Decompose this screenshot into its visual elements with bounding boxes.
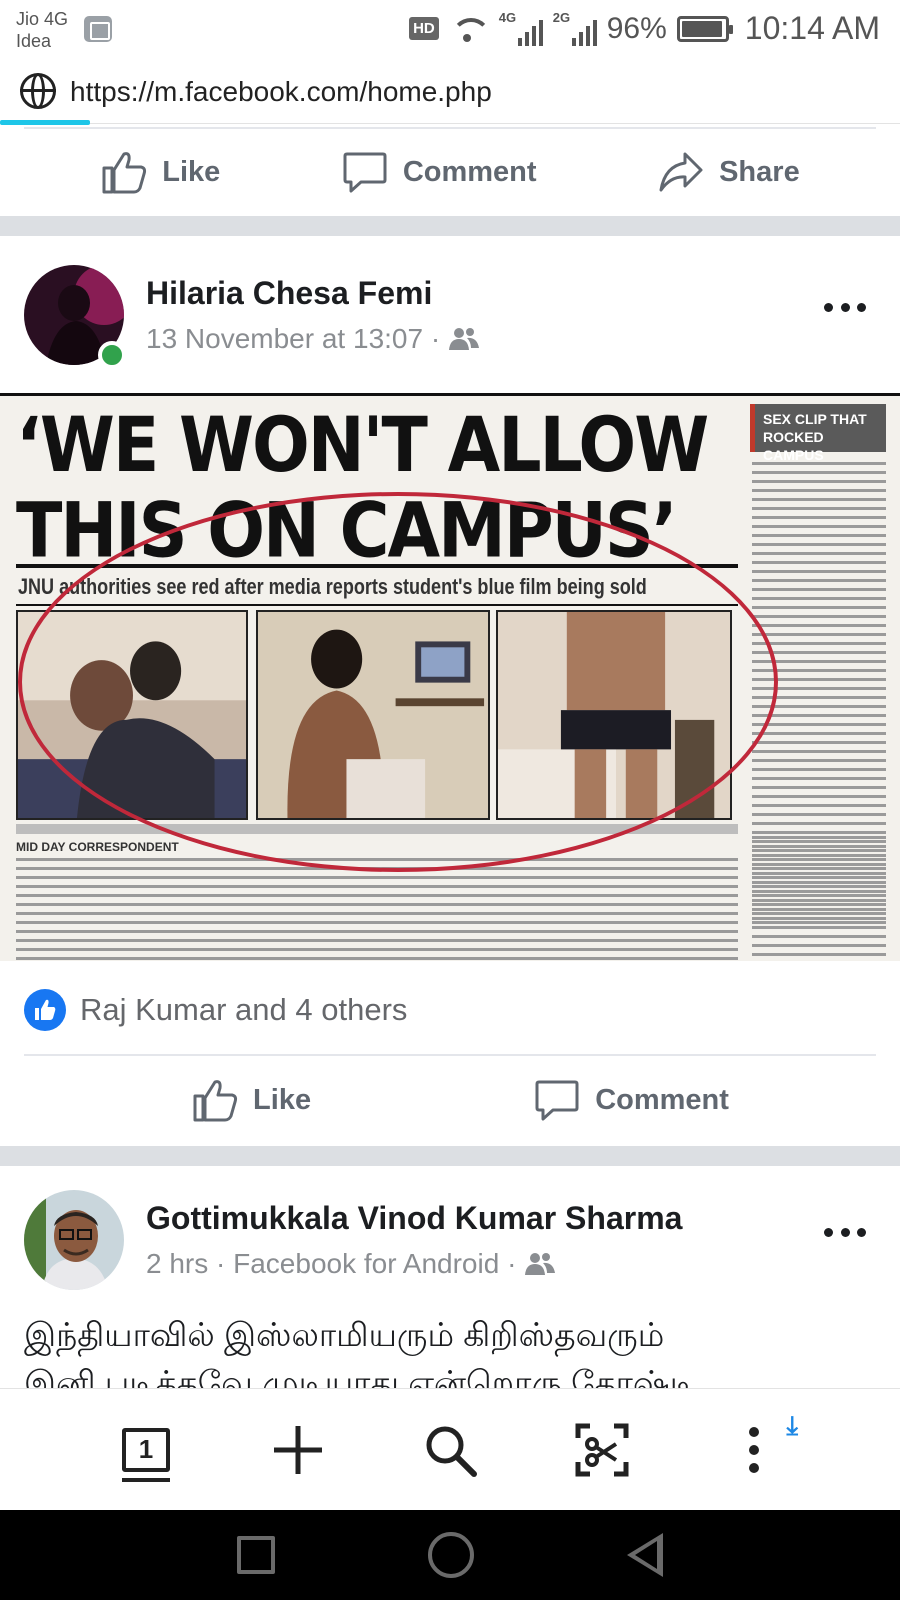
- clock: 10:14 AM: [744, 10, 880, 46]
- share-button[interactable]: Share: [657, 148, 800, 196]
- reactions-summary[interactable]: Raj Kumar and 4 others: [24, 989, 407, 1031]
- divider: [24, 1054, 876, 1056]
- post-timestamp[interactable]: 13 November at 13:07 ·: [146, 323, 440, 355]
- red-annotation-ellipse: [18, 492, 778, 872]
- post-header: Hilaria Chesa Femi 13 November at 13:07 …: [0, 265, 900, 385]
- search-icon: [426, 1426, 477, 1477]
- newspaper-byline: MID DAY CORRESPONDENT: [16, 840, 179, 854]
- share-icon: [659, 152, 703, 192]
- thumbs-up-icon: [102, 152, 147, 194]
- like-label: Like: [253, 1083, 312, 1116]
- comment-label: Comment: [402, 155, 537, 188]
- reactions-text[interactable]: Raj Kumar and 4 others: [80, 992, 407, 1028]
- share-label: Share: [719, 155, 800, 188]
- avatar[interactable]: [24, 1190, 124, 1290]
- signal-sim2-icon: 2G: [552, 9, 597, 46]
- browser-toolbar: 1 ⤓: [0, 1388, 900, 1510]
- new-tab-button[interactable]: [260, 1412, 336, 1488]
- url-bar[interactable]: https://m.facebook.com/home.php: [0, 62, 900, 125]
- post-text-line-1: இந்தியாவில் இஸ்லாமியரும் கிறிஸ்தவரும்: [24, 1316, 665, 1353]
- url-text[interactable]: https://m.facebook.com/home.php: [70, 76, 492, 108]
- post-author[interactable]: Gottimukkala Vinod Kumar Sharma: [146, 1200, 682, 1237]
- battery-icon: [676, 15, 733, 42]
- battery-percentage: 96%: [606, 11, 667, 45]
- like-reaction-icon: [24, 989, 66, 1031]
- hd-badge: HD: [409, 17, 439, 40]
- newspaper-sidebar-label: SEX CLIP THAT ROCKED CAMPUS: [750, 404, 886, 463]
- friends-icon: [525, 1253, 556, 1275]
- comment-button[interactable]: Comment: [533, 1076, 729, 1124]
- thumbs-up-icon: [193, 1080, 238, 1122]
- avatar-photo: [24, 1190, 124, 1290]
- friends-icon: [449, 328, 480, 350]
- carrier-label: Jio 4G Idea: [16, 8, 68, 52]
- page-load-progress: [0, 120, 90, 125]
- carrier-line-1: Jio 4G: [16, 9, 69, 29]
- system-nav-bar: [0, 1510, 900, 1600]
- post-separator: [0, 216, 900, 236]
- menu-button[interactable]: ⤓: [716, 1410, 798, 1488]
- comment-label: Comment: [595, 1083, 729, 1116]
- more-options-icon[interactable]: [824, 303, 866, 313]
- download-icon: ⤓: [786, 1409, 799, 1440]
- sim1-network-label: 4G: [498, 9, 517, 25]
- wifi-icon: [449, 14, 491, 44]
- carrier-line-2: Idea: [16, 31, 52, 51]
- post-text-line-2: இனி படிக்கவே முடியாது என்றொரு கோஷ்டி: [24, 1364, 697, 1388]
- post-timestamp[interactable]: 2 hrs · Facebook for Android ·: [146, 1248, 516, 1280]
- tabs-button[interactable]: 1: [108, 1412, 184, 1488]
- headline-line-1: ‘WE WON'T ALLOW: [16, 401, 709, 491]
- screenshot-button[interactable]: [564, 1412, 640, 1488]
- post-separator: [0, 1146, 900, 1166]
- comment-button[interactable]: Comment: [341, 148, 537, 196]
- status-bar: Jio 4G Idea HD 4G 2G 96% 10:14 AM: [0, 0, 900, 62]
- search-button[interactable]: [412, 1412, 488, 1488]
- like-button[interactable]: Like: [191, 1076, 311, 1124]
- newspaper-body-text: [16, 858, 738, 961]
- newspaper-body-text-right: [752, 836, 886, 961]
- new-tab-icon: [274, 1425, 322, 1474]
- post-actions: Like Comment: [0, 1058, 900, 1142]
- divider: [24, 127, 876, 129]
- sim2-network-label: 2G: [552, 9, 571, 25]
- home-button[interactable]: [427, 1532, 474, 1578]
- tabs-icon: 1: [122, 1427, 170, 1472]
- post-header: Gottimukkala Vinod Kumar Sharma 2 hrs · …: [0, 1190, 900, 1310]
- post-image[interactable]: ‘WE WON'T ALLOW THIS ON CAMPUS’ SEX CLIP…: [0, 393, 900, 961]
- online-status-indicator: [98, 341, 126, 369]
- post-meta: 13 November at 13:07 ·: [146, 323, 480, 355]
- signal-sim1-icon: 4G: [498, 9, 543, 46]
- like-label: Like: [162, 155, 221, 188]
- comment-icon: [343, 152, 387, 193]
- post-author[interactable]: Hilaria Chesa Femi: [146, 275, 432, 312]
- menu-icon: [749, 1426, 759, 1473]
- post-meta: 2 hrs · Facebook for Android ·: [146, 1248, 556, 1280]
- recents-button[interactable]: [236, 1536, 275, 1574]
- more-options-icon[interactable]: [824, 1228, 866, 1238]
- like-button[interactable]: Like: [100, 148, 220, 196]
- globe-icon[interactable]: [20, 73, 56, 109]
- back-button[interactable]: [627, 1533, 664, 1577]
- screenshot-icon: [575, 1423, 629, 1476]
- previous-post-actions: Like Comment Share: [0, 130, 900, 214]
- gallery-notification-icon: [84, 16, 112, 42]
- comment-icon: [535, 1080, 579, 1121]
- status-indicators: HD 4G 2G 96% 10:14 AM: [409, 10, 880, 47]
